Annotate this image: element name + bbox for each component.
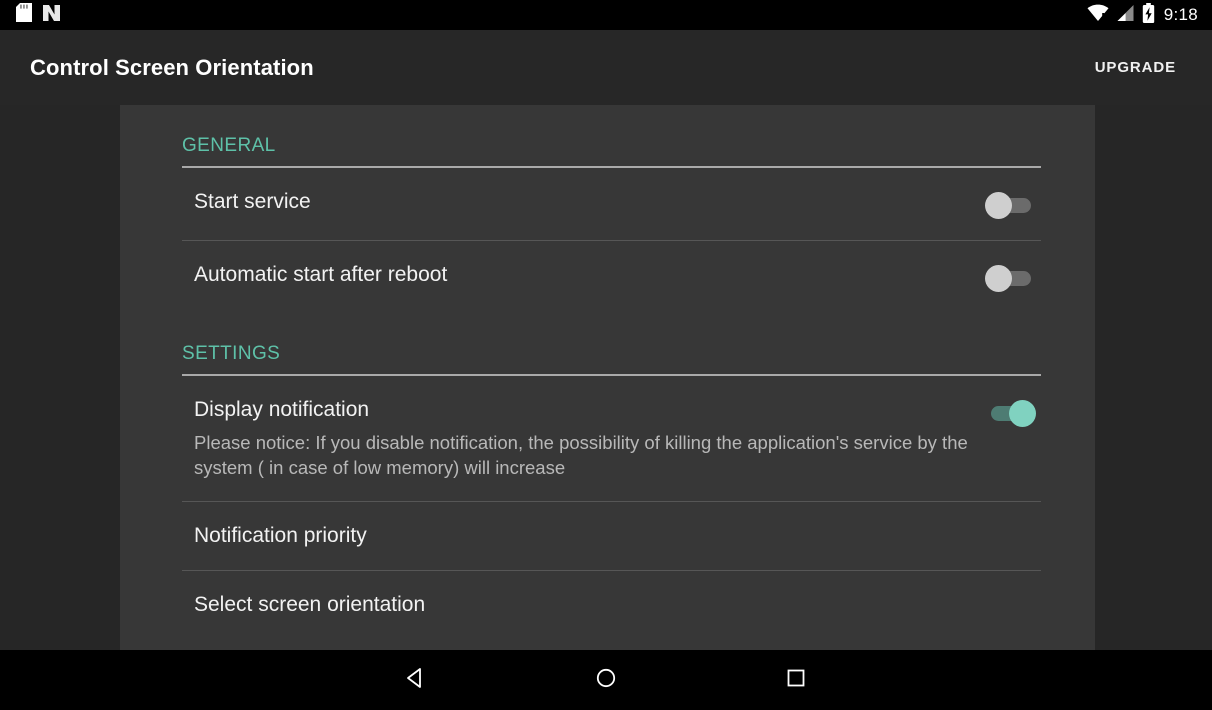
android-screen: 9:18 Control Screen Orientation UPGRADE … — [0, 0, 1212, 710]
preference-summary: Please notice: If you disable notificati… — [194, 432, 968, 478]
status-bar-clock: 9:18 — [1163, 5, 1198, 24]
preference-row-select-screen-orientation[interactable]: Select screen orientation — [182, 571, 1041, 639]
status-bar: 9:18 — [0, 0, 1212, 30]
sd-card-icon — [16, 3, 32, 27]
page-title: Control Screen Orientation — [30, 54, 314, 80]
preference-texts: Automatic start after reboot — [194, 262, 447, 288]
preference-row-display-notification[interactable]: Display notification Please notice: If y… — [182, 376, 1041, 501]
home-icon — [594, 666, 618, 695]
display-notification-switch[interactable] — [985, 399, 1037, 427]
preference-row-automatic-start-after-reboot[interactable]: Automatic start after reboot — [182, 241, 1041, 313]
back-button[interactable] — [321, 650, 511, 710]
preference-title: Start service — [194, 190, 311, 213]
preference-row-start-service[interactable]: Start service — [182, 168, 1041, 240]
recents-icon — [784, 666, 808, 695]
android-n-icon — [42, 4, 61, 27]
home-button[interactable] — [511, 650, 701, 710]
preference-title: Display notification — [194, 398, 370, 421]
section-header-settings: SETTINGS — [182, 343, 281, 364]
preference-row-notification-priority[interactable]: Notification priority — [182, 502, 1041, 570]
switch-thumb — [1009, 400, 1036, 427]
status-bar-left-icons — [10, 3, 61, 27]
preference-texts: Start service — [194, 189, 311, 215]
switch-thumb — [985, 192, 1012, 219]
preference-texts: Select screen orientation — [194, 592, 425, 618]
battery-charging-icon — [1142, 2, 1155, 28]
preference-title: Select screen orientation — [194, 593, 426, 616]
wifi-alert-icon — [1087, 4, 1109, 27]
preference-title: Notification priority — [194, 524, 367, 547]
upgrade-button[interactable]: UPGRADE — [1083, 49, 1188, 86]
preferences-panel[interactable]: GENERAL Start service Automatic start af… — [120, 105, 1095, 650]
status-bar-right-icons: 9:18 — [1087, 2, 1202, 28]
back-icon — [404, 666, 428, 695]
section-header-general: GENERAL — [182, 135, 276, 156]
navigation-bar — [0, 650, 1212, 710]
preference-texts: Display notification Please notice: If y… — [194, 397, 985, 480]
preference-title: Automatic start after reboot — [194, 263, 448, 286]
cellular-signal-icon — [1116, 4, 1135, 27]
app-bar: Control Screen Orientation UPGRADE — [0, 30, 1212, 105]
start-service-switch[interactable] — [985, 191, 1037, 219]
preferences-list: GENERAL Start service Automatic start af… — [120, 105, 1095, 639]
preference-texts: Notification priority — [194, 523, 367, 549]
automatic-start-after-reboot-switch[interactable] — [985, 264, 1037, 292]
switch-thumb — [985, 265, 1012, 292]
recents-button[interactable] — [701, 650, 891, 710]
